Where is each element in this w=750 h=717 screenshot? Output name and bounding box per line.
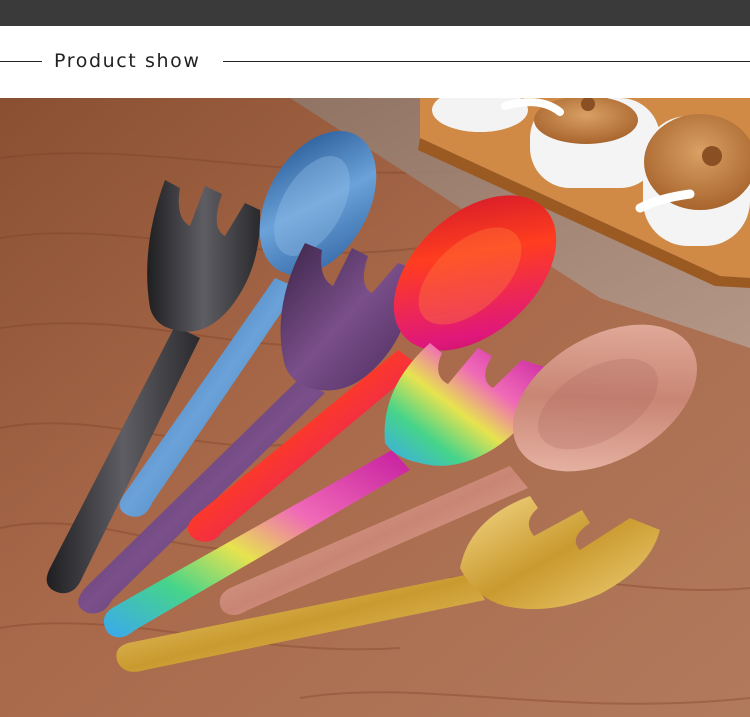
product-photo	[0, 98, 750, 717]
product-show-page: Product show	[0, 0, 750, 717]
section-title: Product show	[54, 50, 201, 72]
section-heading: Product show	[0, 26, 750, 98]
top-bar	[0, 0, 750, 26]
product-photo-image	[0, 98, 750, 717]
heading-rule-right	[223, 61, 750, 62]
heading-rule-left	[0, 61, 42, 62]
